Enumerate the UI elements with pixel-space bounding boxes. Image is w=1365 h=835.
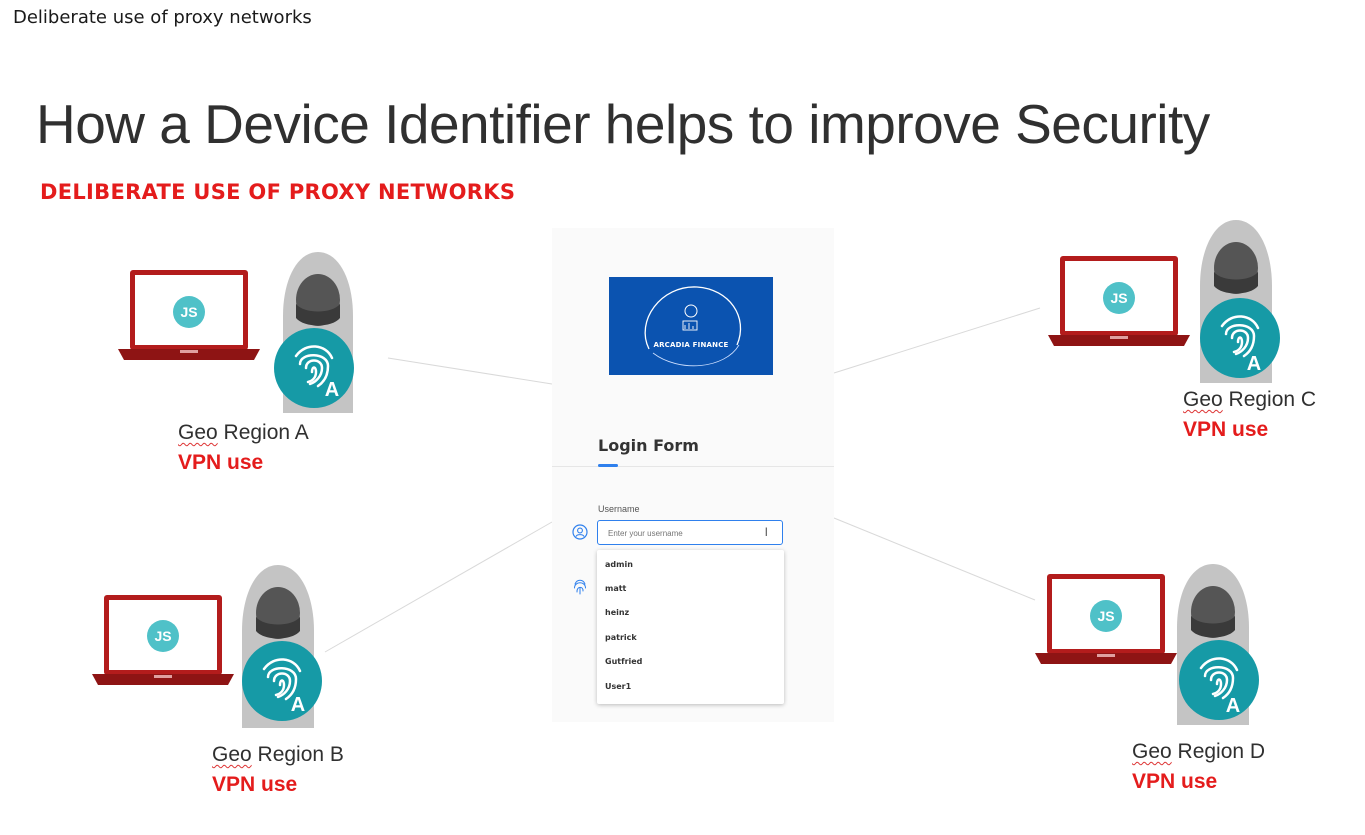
dropdown-option[interactable]: User1 xyxy=(605,682,631,691)
laptop-icon: JS A xyxy=(118,252,354,413)
vpn-label: VPN use xyxy=(178,451,264,474)
svg-text:A: A xyxy=(1247,353,1261,375)
geo-region-d: Geo Region D VPN use xyxy=(1132,740,1266,793)
user-icon xyxy=(572,524,588,540)
attacker-pair-region-d: JS A xyxy=(1035,560,1285,730)
username-input[interactable]: I xyxy=(597,520,783,545)
fingerprint-icon xyxy=(574,579,586,595)
dropdown-option[interactable]: patrick xyxy=(605,633,637,642)
svg-text:A: A xyxy=(291,694,305,716)
vpn-label: VPN use xyxy=(1183,418,1269,441)
fingerprint-badge-icon: A xyxy=(242,641,322,721)
geo-region-a: Geo Region A VPN use xyxy=(178,421,309,474)
attacker-pair-region-b: JS A xyxy=(92,563,342,733)
laptop-icon: JS A xyxy=(1035,564,1259,725)
login-form-title: Login Form xyxy=(598,436,699,455)
dropdown-option[interactable]: heinz xyxy=(605,608,629,617)
laptop-icon: JS A xyxy=(92,565,322,728)
login-panel-screenshot: ARCADIA FINANCE Login Form Username I ad… xyxy=(552,228,834,722)
divider xyxy=(552,466,834,467)
avatar-initials: JS xyxy=(1097,608,1114,624)
arcadia-finance-logo: ARCADIA FINANCE xyxy=(609,277,773,375)
dropdown-option[interactable]: matt xyxy=(605,584,626,593)
fingerprint-badge-icon: A xyxy=(274,328,354,408)
username-text-field[interactable] xyxy=(606,522,760,545)
text-cursor-icon: I xyxy=(764,525,768,539)
svg-text:A: A xyxy=(1226,695,1240,717)
svg-text:A: A xyxy=(325,379,339,401)
laptop-icon: JS A xyxy=(1048,220,1280,383)
avatar-initials: JS xyxy=(154,628,171,644)
username-dropdown: admin matt heinz patrick Gutfried User1 xyxy=(597,550,784,704)
geo-region-b: Geo Region B VPN use xyxy=(212,743,344,796)
geo-region-c: Geo Region C VPN use xyxy=(1183,388,1317,441)
brand-name: ARCADIA FINANCE xyxy=(653,341,729,349)
avatar-initials: JS xyxy=(180,304,197,320)
vpn-label: VPN use xyxy=(1132,770,1218,793)
avatar-initials: JS xyxy=(1110,290,1127,306)
attacker-pair-region-a: JS A xyxy=(118,248,368,418)
dropdown-option[interactable]: Gutfried xyxy=(605,657,642,666)
attacker-pair-region-c: JS A xyxy=(1048,218,1298,388)
fingerprint-badge-icon: A xyxy=(1179,640,1259,720)
logo-emblem-icon xyxy=(644,286,742,367)
dropdown-option[interactable]: admin xyxy=(605,560,633,569)
fingerprint-badge-icon: A xyxy=(1200,298,1280,378)
active-tab-indicator xyxy=(598,464,618,467)
vpn-label: VPN use xyxy=(212,773,298,796)
username-label: Username xyxy=(598,504,640,514)
